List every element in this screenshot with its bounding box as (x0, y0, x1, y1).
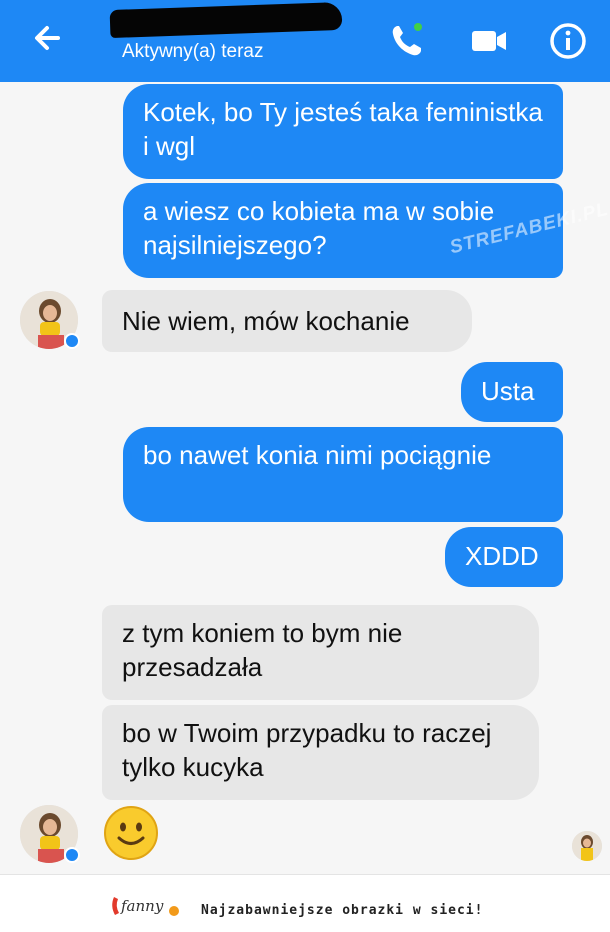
message-received[interactable]: Nie wiem, mów kochanie (102, 290, 472, 352)
phone-icon[interactable] (386, 20, 428, 62)
svg-text:fanny: fanny (120, 897, 164, 915)
site-logo[interactable]: fanny (108, 891, 182, 921)
seen-avatar (572, 831, 602, 861)
redacted-contact-name (109, 1, 343, 39)
message-sent[interactable]: Usta (461, 362, 563, 422)
site-footer: fanny Najzabawniejsze obrazki w sieci! (0, 874, 610, 932)
footer-tagline: Najzabawniejsze obrazki w sieci! (201, 903, 484, 918)
video-camera-icon[interactable] (468, 20, 510, 62)
slightly-smiling-face-icon[interactable] (103, 805, 159, 861)
message-sent[interactable]: bo nawet konia nimi pociągnie (123, 427, 563, 522)
messenger-badge-icon (64, 333, 80, 349)
message-received[interactable]: z tym koniem to bym nie przesadzała (102, 605, 539, 700)
info-icon[interactable] (547, 20, 589, 62)
arrow-left-icon[interactable] (28, 18, 68, 58)
active-status: Aktywny(a) teraz (122, 41, 264, 62)
message-sent[interactable]: Kotek, bo Ty jesteś taka feministka i wg… (123, 84, 563, 179)
chat-header: Aktywny(a) teraz (0, 0, 610, 82)
messenger-badge-icon (64, 847, 80, 863)
message-received[interactable]: bo w Twoim przypadku to raczej tylko kuc… (102, 705, 539, 800)
message-sent[interactable]: XDDD (445, 527, 563, 587)
